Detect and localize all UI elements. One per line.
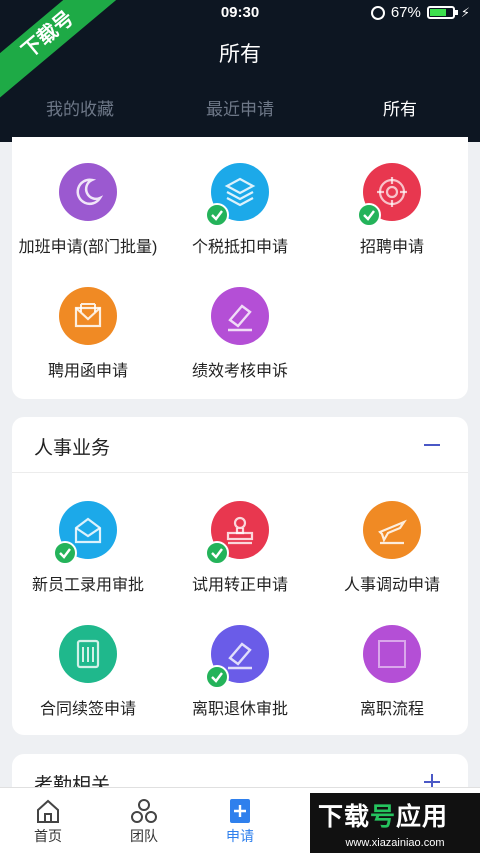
contract-icon (59, 625, 117, 683)
nav-team-label: 团队 (130, 828, 158, 844)
tab-recent[interactable]: 最近申请 (160, 95, 320, 135)
app-item-label: 聘用函申请 (47, 363, 128, 380)
brand-logo-text: 下载号应用 (318, 803, 449, 831)
check-badge-icon (357, 203, 381, 227)
tab-favorites[interactable]: 我的收藏 (0, 95, 160, 135)
app-item[interactable]: 个税抵扣申请 (164, 163, 316, 257)
check-badge-icon (205, 203, 229, 227)
nav-apply-label: 申请 (226, 828, 254, 844)
moon-icon (59, 163, 117, 221)
battery-percent: 67% (390, 4, 421, 21)
target-icon (357, 163, 421, 227)
app-item-label: 离职退休审批 (191, 701, 288, 718)
section-card-general: 加班申请(部门批量) 个税抵扣申请 招聘申请聘用函申请 绩效考核申诉 (12, 137, 468, 399)
app-item[interactable]: 加班申请(部门批量) (12, 163, 164, 257)
app-item[interactable]: 试用转正申请 (164, 501, 316, 595)
section-header[interactable]: 考勤相关 (12, 754, 468, 787)
section-title: 人事业务 (34, 438, 111, 459)
app-item-label: 个税抵扣申请 (191, 239, 288, 256)
collapse-icon[interactable] (424, 444, 440, 446)
status-indicators: 67% ⚡ (370, 4, 470, 21)
app-item-label: 试用转正申请 (191, 577, 288, 594)
app-item[interactable]: 离职流程 (316, 625, 468, 719)
app-item[interactable]: 人事调动申请 (316, 501, 468, 595)
alarm-icon (370, 5, 385, 20)
nav-apply[interactable]: 申请 (192, 788, 288, 853)
charging-icon: ⚡ (460, 4, 470, 20)
mail-open-icon (53, 501, 117, 565)
app-item-label: 加班申请(部门批量) (18, 239, 158, 256)
stamp-icon (205, 501, 269, 565)
app-item-label: 合同续签申请 (39, 701, 136, 718)
home-icon (35, 798, 61, 824)
nav-home[interactable]: 首页 (0, 788, 96, 853)
app-item[interactable]: 招聘申请 (316, 163, 468, 257)
content-area: 加班申请(部门批量) 个税抵扣申请 招聘申请聘用函申请 绩效考核申诉 人事业务 新员工… (0, 137, 480, 787)
gavel-icon (211, 287, 269, 345)
app-item-label: 绩效考核申诉 (191, 363, 288, 380)
app-item[interactable]: 新员工录用审批 (12, 501, 164, 595)
tab-all[interactable]: 所有 (320, 95, 480, 141)
plane-icon (363, 501, 421, 559)
battery-icon (426, 6, 458, 19)
team-icon (131, 798, 157, 824)
app-item-label: 离职流程 (359, 701, 424, 718)
square-icon (363, 625, 421, 683)
gavel-icon (205, 625, 269, 689)
app-item[interactable]: 合同续签申请 (12, 625, 164, 719)
section-header[interactable]: 人事业务 (12, 417, 468, 473)
check-badge-icon (205, 541, 229, 565)
watermark-brand: 下载号应用 www.xiazainiao.com (310, 793, 480, 853)
layers-icon (205, 163, 269, 227)
section-card-hr: 人事业务 新员工录用审批 试用转正申请 人事调动申请合同续签申请 离职退休审批 离职流程 (12, 417, 468, 735)
app-item-label: 新员工录用审批 (31, 577, 144, 594)
app-item[interactable]: 离职退休审批 (164, 625, 316, 719)
app-item[interactable]: 绩效考核申诉 (164, 287, 316, 381)
expand-icon[interactable] (424, 774, 440, 787)
page-title: 所有 (219, 43, 261, 66)
tab-bar: 我的收藏 最近申请 所有 (0, 95, 480, 141)
section-card-attendance: 考勤相关 (12, 754, 468, 787)
envelope-icon (59, 287, 117, 345)
section-title: 考勤相关 (34, 775, 111, 787)
nav-team[interactable]: 团队 (96, 788, 192, 853)
nav-home-label: 首页 (34, 828, 62, 844)
app-item-label: 人事调动申请 (343, 577, 440, 594)
apply-icon (227, 798, 253, 824)
check-badge-icon (205, 665, 229, 689)
app-item-label: 招聘申请 (359, 239, 424, 256)
brand-url: www.xiazainiao.com (345, 837, 445, 849)
check-badge-icon (53, 541, 77, 565)
app-item[interactable]: 聘用函申请 (12, 287, 164, 381)
